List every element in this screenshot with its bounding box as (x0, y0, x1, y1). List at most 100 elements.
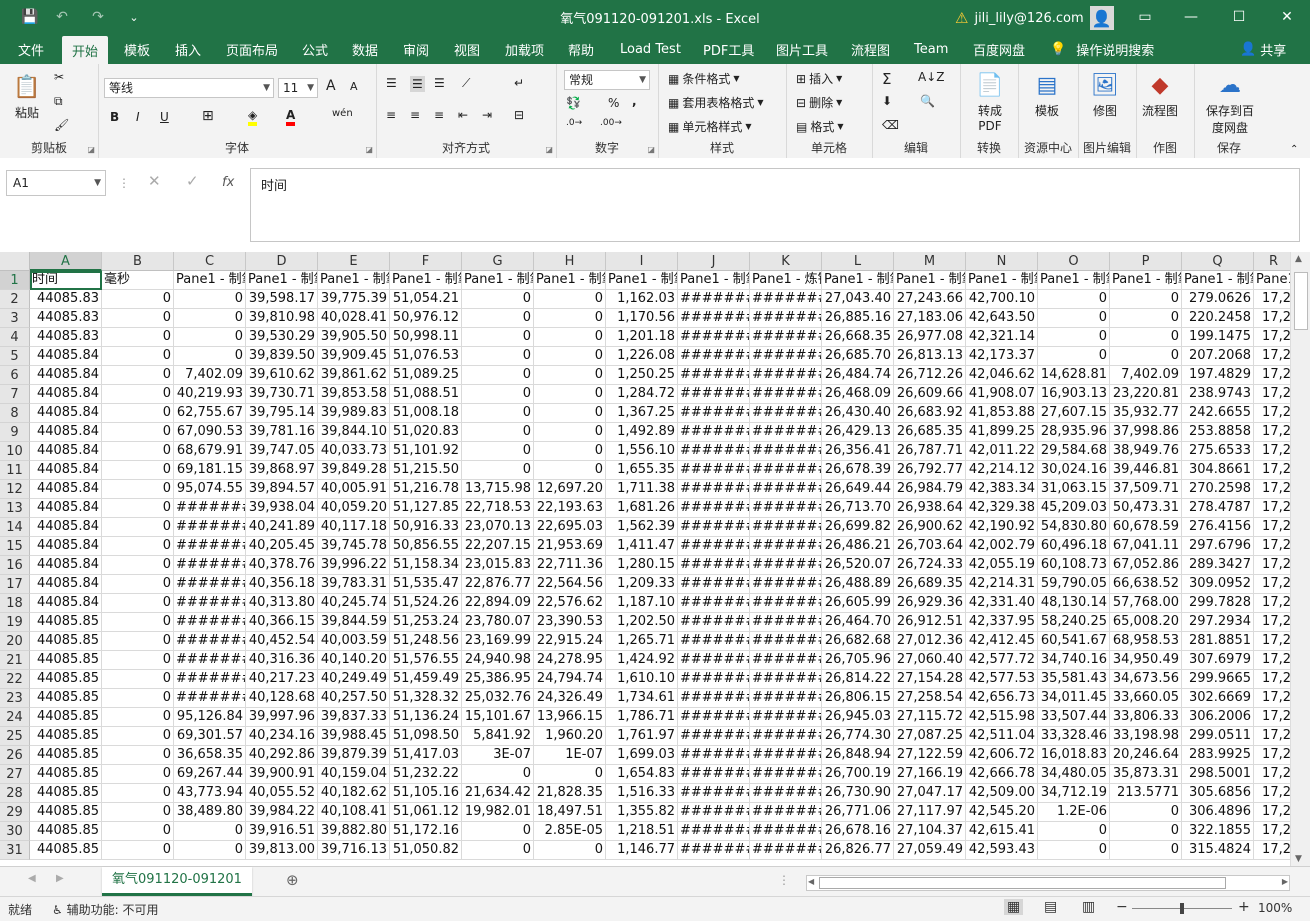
table-cell[interactable]: 14,628.81 (1038, 366, 1110, 385)
table-cell[interactable]: 40,117.18 (318, 518, 390, 537)
table-cell[interactable]: 39,598.17 (246, 290, 318, 309)
table-cell[interactable]: ####### (750, 385, 822, 404)
table-cell[interactable]: 21,828.35 (534, 784, 606, 803)
tab-load-test[interactable]: Load Test (620, 34, 681, 64)
table-cell[interactable]: ####### (678, 290, 750, 309)
table-cell[interactable]: 40,257.50 (318, 689, 390, 708)
table-cell[interactable]: 0 (174, 822, 246, 841)
table-cell[interactable]: 1,654.83 (606, 765, 678, 784)
table-cell[interactable]: 0 (1038, 822, 1110, 841)
table-cell[interactable]: 39,882.80 (318, 822, 390, 841)
table-cell[interactable]: 39,810.98 (246, 309, 318, 328)
currency-icon[interactable]: 💱 (566, 96, 581, 110)
table-cell[interactable]: 1,355.82 (606, 803, 678, 822)
table-cell[interactable]: 27,117.97 (894, 803, 966, 822)
table-cell[interactable]: 42,321.14 (966, 328, 1038, 347)
table-cell[interactable]: 315.4824 (1182, 841, 1254, 860)
table-cell[interactable]: 39,813.00 (246, 841, 318, 860)
insert-cells-button[interactable]: ⊞ 插入 ▼ (796, 70, 842, 87)
table-cell[interactable]: 17,2 (1254, 841, 1290, 860)
table-cell[interactable]: 42,412.45 (966, 632, 1038, 651)
table-cell[interactable]: ####### (678, 499, 750, 518)
table-cell[interactable]: 0 (1038, 290, 1110, 309)
table-cell[interactable]: 281.8851 (1182, 632, 1254, 651)
vertical-scroll-thumb[interactable] (1294, 272, 1308, 330)
table-cell[interactable]: 40,182.62 (318, 784, 390, 803)
comma-button[interactable]: , (632, 94, 637, 108)
table-cell[interactable]: 17,2 (1254, 727, 1290, 746)
row-header[interactable]: 28 (0, 784, 30, 803)
table-cell[interactable]: 27,115.72 (894, 708, 966, 727)
table-cell[interactable]: 27,258.54 (894, 689, 966, 708)
table-cell[interactable]: 1,411.47 (606, 537, 678, 556)
table-cell[interactable]: 1,699.03 (606, 746, 678, 765)
table-cell[interactable]: 22,915.24 (534, 632, 606, 651)
table-cell[interactable]: 44085.85 (30, 803, 102, 822)
table-cell[interactable]: 207.2068 (1182, 347, 1254, 366)
table-cell[interactable]: 26,712.26 (894, 366, 966, 385)
table-cell[interactable]: 0 (1110, 822, 1182, 841)
table-cell[interactable]: 17,2 (1254, 613, 1290, 632)
table-cell[interactable]: 26,774.30 (822, 727, 894, 746)
table-cell[interactable]: 40,313.80 (246, 594, 318, 613)
dialog-launcher-icon[interactable]: ◪ (365, 145, 373, 154)
table-cell[interactable]: 242.6655 (1182, 404, 1254, 423)
table-cell[interactable]: 17,2 (1254, 385, 1290, 404)
table-cell[interactable]: 40,033.73 (318, 442, 390, 461)
table-cell[interactable]: 44085.85 (30, 822, 102, 841)
table-cell[interactable]: 40,055.52 (246, 784, 318, 803)
select-all-corner[interactable] (0, 252, 30, 271)
table-cell[interactable]: 34,011.45 (1038, 689, 1110, 708)
table-cell[interactable]: 44085.85 (30, 746, 102, 765)
table-cell[interactable]: 289.3427 (1182, 556, 1254, 575)
shrink-font-button[interactable]: A (350, 80, 358, 93)
table-cell[interactable]: 17,2 (1254, 575, 1290, 594)
table-cell[interactable]: 0 (102, 556, 174, 575)
table-cell[interactable]: ####### (750, 746, 822, 765)
table-cell[interactable]: 0 (102, 461, 174, 480)
table-cell[interactable]: 51,050.82 (390, 841, 462, 860)
merge-center-icon[interactable]: ⊟ (514, 108, 524, 122)
table-cell[interactable]: 26,678.39 (822, 461, 894, 480)
table-cell[interactable]: 17,2 (1254, 746, 1290, 765)
format-as-table-button[interactable]: ▦ 套用表格格式 ▼ (668, 94, 764, 111)
table-cell[interactable]: 27,087.25 (894, 727, 966, 746)
table-cell[interactable]: 40,292.86 (246, 746, 318, 765)
table-cell[interactable]: 51,054.21 (390, 290, 462, 309)
share-button[interactable]: 👤 共享 (1240, 34, 1286, 64)
table-cell[interactable]: 0 (102, 746, 174, 765)
table-cell[interactable]: ####### (678, 727, 750, 746)
table-cell[interactable]: 40,245.74 (318, 594, 390, 613)
table-cell[interactable]: 27,043.40 (822, 290, 894, 309)
table-cell[interactable]: ####### (678, 632, 750, 651)
header-cell[interactable]: Pane1 - 制氧 (894, 271, 966, 290)
grow-font-button[interactable]: A (326, 78, 336, 94)
table-cell[interactable]: ####### (678, 404, 750, 423)
table-cell[interactable]: 30,024.16 (1038, 461, 1110, 480)
table-cell[interactable]: 0 (102, 537, 174, 556)
table-cell[interactable]: ####### (678, 651, 750, 670)
table-cell[interactable]: 0 (102, 404, 174, 423)
column-header[interactable]: I (606, 252, 678, 271)
bold-button[interactable]: B (110, 110, 119, 124)
table-cell[interactable]: 51,061.12 (390, 803, 462, 822)
cancel-icon[interactable]: ✕ (148, 172, 161, 190)
table-cell[interactable]: ####### (750, 366, 822, 385)
table-cell[interactable]: 0 (534, 309, 606, 328)
table-cell[interactable]: 62,755.67 (174, 404, 246, 423)
table-cell[interactable]: 0 (102, 708, 174, 727)
header-cell[interactable]: Pane1 - 制氧 (1110, 271, 1182, 290)
table-cell[interactable]: 0 (102, 632, 174, 651)
split-handle-icon[interactable]: ⋮ (778, 873, 790, 887)
table-cell[interactable]: 26,885.16 (822, 309, 894, 328)
copy-icon[interactable]: ⧉ (54, 94, 63, 109)
table-cell[interactable]: 42,329.38 (966, 499, 1038, 518)
table-cell[interactable]: 0 (1110, 290, 1182, 309)
table-cell[interactable]: 34,673.56 (1110, 670, 1182, 689)
column-header[interactable]: J (678, 252, 750, 271)
header-cell[interactable]: Pane1 - 制氧 (462, 271, 534, 290)
table-cell[interactable]: 33,328.46 (1038, 727, 1110, 746)
table-cell[interactable]: 39,839.50 (246, 347, 318, 366)
column-header[interactable]: A (30, 252, 102, 271)
table-cell[interactable]: 42,046.62 (966, 366, 1038, 385)
